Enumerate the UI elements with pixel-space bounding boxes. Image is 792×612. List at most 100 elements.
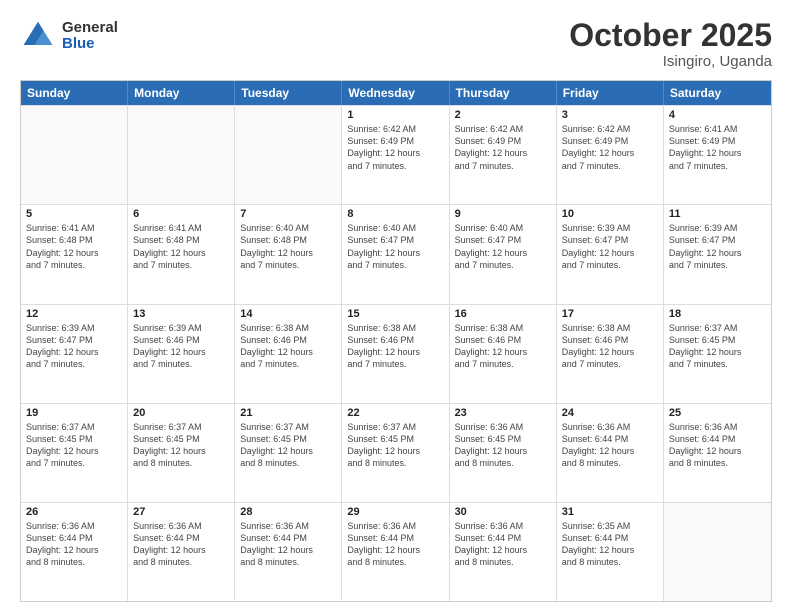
month-title: October 2025 <box>569 18 772 53</box>
day-number: 15 <box>347 308 443 320</box>
calendar-cell <box>128 106 235 204</box>
day-number: 16 <box>455 308 551 320</box>
cell-text: Sunrise: 6:38 AM Sunset: 6:46 PM Dayligh… <box>347 322 443 371</box>
day-number: 12 <box>26 308 122 320</box>
calendar-header-cell: Friday <box>557 81 664 105</box>
cell-text: Sunrise: 6:36 AM Sunset: 6:44 PM Dayligh… <box>669 421 766 470</box>
calendar-cell <box>21 106 128 204</box>
cell-text: Sunrise: 6:37 AM Sunset: 6:45 PM Dayligh… <box>133 421 229 470</box>
calendar-cell: 26Sunrise: 6:36 AM Sunset: 6:44 PM Dayli… <box>21 503 128 601</box>
logo-blue-label: Blue <box>62 36 118 53</box>
cell-text: Sunrise: 6:40 AM Sunset: 6:47 PM Dayligh… <box>455 222 551 271</box>
calendar-cell: 8 Sunrise: 6:40 AM Sunset: 6:47 PM Daylig… <box>342 205 449 303</box>
day-number: 25 <box>669 407 766 419</box>
calendar-header-cell: Thursday <box>450 81 557 105</box>
calendar-cell: 28 Sunrise: 6:36 AM Sunset: 6:44 PM Dayli… <box>235 503 342 601</box>
day-number: 8 <box>347 208 443 220</box>
cell-text: Sunrise: 6:38 AM Sunset: 6:46 PM Dayligh… <box>240 322 336 371</box>
calendar-cell: 31Sunrise: 6:35 AM Sunset: 6:44 PM Dayli… <box>557 503 664 601</box>
calendar-header-cell: Monday <box>128 81 235 105</box>
cell-text: Sunrise: 6:41 AM Sunset: 6:48 PM Dayligh… <box>26 222 122 271</box>
calendar-cell: 16 Sunrise: 6:38 AM Sunset: 6:46 PM Dayli… <box>450 305 557 403</box>
calendar-header-cell: Wednesday <box>342 81 449 105</box>
day-number: 13 <box>133 308 229 320</box>
day-number: 21 <box>240 407 336 419</box>
cell-text: Sunrise: 6:38 AM Sunset: 6:46 PM Dayligh… <box>562 322 658 371</box>
day-number: 23 <box>455 407 551 419</box>
calendar-cell: 4Sunrise: 6:41 AM Sunset: 6:49 PM Daylig… <box>664 106 771 204</box>
calendar-cell: 30 Sunrise: 6:36 AM Sunset: 6:44 PM Dayli… <box>450 503 557 601</box>
cell-text: Sunrise: 6:42 AM Sunset: 6:49 PM Dayligh… <box>455 123 551 172</box>
calendar-cell: 17Sunrise: 6:38 AM Sunset: 6:46 PM Dayli… <box>557 305 664 403</box>
calendar-body: 1 Sunrise: 6:42 AM Sunset: 6:49 PM Daylig… <box>21 105 771 601</box>
calendar-cell: 1 Sunrise: 6:42 AM Sunset: 6:49 PM Daylig… <box>342 106 449 204</box>
cell-text: Sunrise: 6:36 AM Sunset: 6:45 PM Dayligh… <box>455 421 551 470</box>
cell-text: Sunrise: 6:35 AM Sunset: 6:44 PM Dayligh… <box>562 520 658 569</box>
calendar-cell: 3Sunrise: 6:42 AM Sunset: 6:49 PM Daylig… <box>557 106 664 204</box>
day-number: 7 <box>240 208 336 220</box>
day-number: 29 <box>347 506 443 518</box>
calendar-cell: 25 Sunrise: 6:36 AM Sunset: 6:44 PM Dayli… <box>664 404 771 502</box>
calendar-cell: 9 Sunrise: 6:40 AM Sunset: 6:47 PM Daylig… <box>450 205 557 303</box>
cell-text: Sunrise: 6:37 AM Sunset: 6:45 PM Dayligh… <box>240 421 336 470</box>
calendar-cell: 23 Sunrise: 6:36 AM Sunset: 6:45 PM Dayli… <box>450 404 557 502</box>
calendar-cell: 7 Sunrise: 6:40 AM Sunset: 6:48 PM Daylig… <box>235 205 342 303</box>
calendar-row: 1 Sunrise: 6:42 AM Sunset: 6:49 PM Daylig… <box>21 105 771 204</box>
day-number: 11 <box>669 208 766 220</box>
calendar-cell: 19 Sunrise: 6:37 AM Sunset: 6:45 PM Dayli… <box>21 404 128 502</box>
day-number: 1 <box>347 109 443 121</box>
calendar-cell: 21 Sunrise: 6:37 AM Sunset: 6:45 PM Dayli… <box>235 404 342 502</box>
cell-text: Sunrise: 6:38 AM Sunset: 6:46 PM Dayligh… <box>455 322 551 371</box>
day-number: 27 <box>133 506 229 518</box>
day-number: 9 <box>455 208 551 220</box>
calendar-cell: 18 Sunrise: 6:37 AM Sunset: 6:45 PM Dayli… <box>664 305 771 403</box>
day-number: 2 <box>455 109 551 121</box>
day-number: 18 <box>669 308 766 320</box>
calendar-cell: 22Sunrise: 6:37 AM Sunset: 6:45 PM Dayli… <box>342 404 449 502</box>
calendar-cell: 10Sunrise: 6:39 AM Sunset: 6:47 PM Dayli… <box>557 205 664 303</box>
cell-text: Sunrise: 6:42 AM Sunset: 6:49 PM Dayligh… <box>562 123 658 172</box>
calendar-cell: 6Sunrise: 6:41 AM Sunset: 6:48 PM Daylig… <box>128 205 235 303</box>
calendar-row: 12 Sunrise: 6:39 AM Sunset: 6:47 PM Dayli… <box>21 304 771 403</box>
calendar-cell: 11 Sunrise: 6:39 AM Sunset: 6:47 PM Dayli… <box>664 205 771 303</box>
cell-text: Sunrise: 6:37 AM Sunset: 6:45 PM Dayligh… <box>26 421 122 470</box>
cell-text: Sunrise: 6:40 AM Sunset: 6:47 PM Dayligh… <box>347 222 443 271</box>
cell-text: Sunrise: 6:36 AM Sunset: 6:44 PM Dayligh… <box>562 421 658 470</box>
cell-text: Sunrise: 6:36 AM Sunset: 6:44 PM Dayligh… <box>133 520 229 569</box>
day-number: 28 <box>240 506 336 518</box>
day-number: 19 <box>26 407 122 419</box>
cell-text: Sunrise: 6:40 AM Sunset: 6:48 PM Dayligh… <box>240 222 336 271</box>
cell-text: Sunrise: 6:39 AM Sunset: 6:46 PM Dayligh… <box>133 322 229 371</box>
calendar-header: SundayMondayTuesdayWednesdayThursdayFrid… <box>21 81 771 105</box>
cell-text: Sunrise: 6:36 AM Sunset: 6:44 PM Dayligh… <box>240 520 336 569</box>
cell-text: Sunrise: 6:41 AM Sunset: 6:48 PM Dayligh… <box>133 222 229 271</box>
cell-text: Sunrise: 6:36 AM Sunset: 6:44 PM Dayligh… <box>347 520 443 569</box>
calendar-row: 19 Sunrise: 6:37 AM Sunset: 6:45 PM Dayli… <box>21 403 771 502</box>
calendar-cell: 24Sunrise: 6:36 AM Sunset: 6:44 PM Dayli… <box>557 404 664 502</box>
day-number: 30 <box>455 506 551 518</box>
cell-text: Sunrise: 6:39 AM Sunset: 6:47 PM Dayligh… <box>562 222 658 271</box>
day-number: 14 <box>240 308 336 320</box>
day-number: 20 <box>133 407 229 419</box>
cell-text: Sunrise: 6:39 AM Sunset: 6:47 PM Dayligh… <box>26 322 122 371</box>
calendar-header-cell: Tuesday <box>235 81 342 105</box>
calendar-cell: 5Sunrise: 6:41 AM Sunset: 6:48 PM Daylig… <box>21 205 128 303</box>
cell-text: Sunrise: 6:42 AM Sunset: 6:49 PM Dayligh… <box>347 123 443 172</box>
calendar-cell: 14 Sunrise: 6:38 AM Sunset: 6:46 PM Dayli… <box>235 305 342 403</box>
calendar-row: 5Sunrise: 6:41 AM Sunset: 6:48 PM Daylig… <box>21 204 771 303</box>
title-block: October 2025 Isingiro, Uganda <box>569 18 772 70</box>
calendar-cell: 20 Sunrise: 6:37 AM Sunset: 6:45 PM Dayli… <box>128 404 235 502</box>
calendar-cell: 12 Sunrise: 6:39 AM Sunset: 6:47 PM Dayli… <box>21 305 128 403</box>
cell-text: Sunrise: 6:41 AM Sunset: 6:49 PM Dayligh… <box>669 123 766 172</box>
logo-text: General Blue <box>62 20 118 53</box>
day-number: 26 <box>26 506 122 518</box>
page: General Blue October 2025 Isingiro, Ugan… <box>0 0 792 612</box>
calendar-cell <box>664 503 771 601</box>
cell-text: Sunrise: 6:36 AM Sunset: 6:44 PM Dayligh… <box>455 520 551 569</box>
calendar-cell: 15 Sunrise: 6:38 AM Sunset: 6:46 PM Dayli… <box>342 305 449 403</box>
calendar: SundayMondayTuesdayWednesdayThursdayFrid… <box>20 80 772 602</box>
cell-text: Sunrise: 6:39 AM Sunset: 6:47 PM Dayligh… <box>669 222 766 271</box>
calendar-cell: 13 Sunrise: 6:39 AM Sunset: 6:46 PM Dayli… <box>128 305 235 403</box>
calendar-cell <box>235 106 342 204</box>
cell-text: Sunrise: 6:37 AM Sunset: 6:45 PM Dayligh… <box>669 322 766 371</box>
